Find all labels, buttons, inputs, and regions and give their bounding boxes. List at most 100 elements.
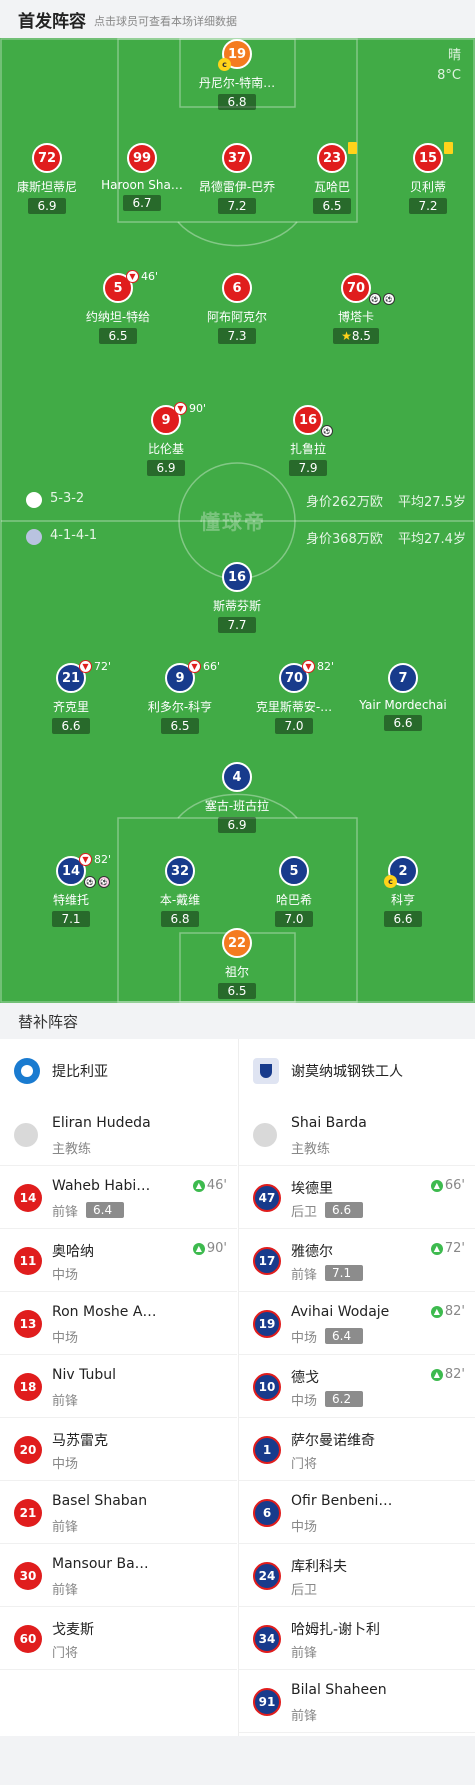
sub-name: Mansour Badjie: [52, 1556, 157, 1572]
player-away[interactable]: 70 克里斯蒂安-… 7.0: [234, 663, 354, 734]
player-away[interactable]: 21 齐克里 6.6: [11, 663, 131, 734]
away-value: 身价368万欧: [306, 532, 383, 547]
player-away[interactable]: 7 Yair Mordechai 6.6: [343, 663, 463, 731]
player-home[interactable]: 6 阿布阿克尔 7.3: [177, 273, 297, 344]
sub-row[interactable]: 91 Bilal Shaheen 前锋: [239, 1670, 475, 1733]
away-formation: 4-1-4-1: [50, 528, 98, 543]
sub-rating: 6.4: [325, 1328, 363, 1344]
sub-event: ▼ 72': [79, 660, 111, 673]
sub-number: 47: [253, 1184, 281, 1212]
subs-panel: 提比利亚 Eliran Hudeda 主教练 14 Waheb Habib… 前…: [0, 1039, 475, 1736]
sub-name: Basel Shaban: [52, 1493, 148, 1509]
coach-name: Shai Barda: [291, 1115, 367, 1131]
player-name: 博塔卡: [337, 310, 374, 324]
player-rating: 6.9: [218, 817, 256, 833]
player-name: 克里斯蒂安-…: [255, 700, 333, 714]
own-goal-icon: ⚽: [98, 876, 110, 888]
sub-row[interactable]: 10 德戈 中场 6.2 ▲ 82': [239, 1355, 475, 1418]
sub-row[interactable]: 1 萨尔曼诺维奇 门将: [239, 1418, 475, 1481]
home-subs-column: 提比利亚 Eliran Hudeda 主教练 14 Waheb Habib… 前…: [0, 1039, 237, 1736]
sub-row[interactable]: 6 Ofir Benbenishti 中场: [239, 1481, 475, 1544]
player-home[interactable]: 15 贝利蒂 7.2: [368, 142, 475, 214]
player-name: 贝利蒂: [409, 180, 446, 194]
away-team-header[interactable]: 谢莫纳城钢铁工人: [239, 1039, 475, 1103]
home-team-header[interactable]: 提比利亚: [0, 1039, 237, 1103]
player-home[interactable]: 70 ⚽ ⚽ 博塔卡 ★8.5: [296, 273, 416, 344]
sub-row[interactable]: 60 戈麦斯 门将: [0, 1607, 237, 1670]
sub-row[interactable]: 17 雅德尔 前锋 7.1 ▲ 72': [239, 1229, 475, 1292]
sub-number: 6: [253, 1499, 281, 1527]
sub-name: 哈姆扎-谢卜利: [291, 1622, 381, 1638]
sub-name: 戈麦斯: [52, 1622, 94, 1638]
sub-event: ▼ 90': [174, 402, 206, 415]
sub-minute: ▲ 46': [192, 1178, 227, 1193]
sub-name: Waheb Habib…: [52, 1178, 157, 1194]
player-away[interactable]: 16 斯蒂芬斯 7.7: [177, 562, 297, 633]
sub-position: 门将: [52, 1646, 79, 1661]
player-rating: 7.0: [275, 718, 313, 734]
player-rating: 6.8: [218, 94, 256, 110]
sub-row[interactable]: 19 Avihai Wodaje 中场 6.4 ▲ 82': [239, 1292, 475, 1355]
away-coach[interactable]: Shai Barda 主教练: [239, 1103, 475, 1166]
sub-out-icon: ▼: [174, 402, 187, 415]
player-away[interactable]: 14 ⚽ ⚽ 特维托 7.1: [11, 856, 131, 927]
sub-row[interactable]: 30 Mansour Badjie 前锋: [0, 1544, 237, 1607]
sub-row[interactable]: 47 埃德里 后卫 6.6 ▲ 66': [239, 1166, 475, 1229]
sub-number: 60: [14, 1625, 42, 1653]
player-name: 瓦哈巴: [313, 180, 350, 194]
player-home[interactable]: 5 约纳坦-特给 6.5: [58, 273, 178, 344]
away-team-logo-icon: [253, 1058, 279, 1084]
player-away-gk[interactable]: 22 祖尔 6.5: [177, 928, 297, 999]
sub-name: Bilal Shaheen: [291, 1682, 387, 1698]
player-home[interactable]: 9 比伦基 6.9: [106, 405, 226, 476]
sub-row[interactable]: 21 Basel Shaban 前锋: [0, 1481, 237, 1544]
subs-title: 替补阵容: [0, 1003, 475, 1039]
player-away[interactable]: 32 本-戴维 6.8: [120, 856, 240, 927]
player-number: 16 ⚽: [293, 405, 333, 437]
player-name: 本-戴维: [159, 893, 201, 907]
player-name: 斯蒂芬斯: [212, 599, 261, 613]
player-rating: 7.0: [275, 911, 313, 927]
player-number: 32: [165, 856, 195, 886]
sub-number: 17: [253, 1247, 281, 1275]
player-home-gk[interactable]: 19 c 丹尼尔-特南… 6.8: [177, 39, 297, 110]
lineup-header: 首发阵容 点击球员可查看本场详细数据: [0, 0, 475, 38]
home-coach[interactable]: Eliran Hudeda 主教练: [0, 1103, 237, 1166]
sub-name: Ofir Benbenishti: [291, 1493, 396, 1509]
player-rating: 6.7: [123, 195, 161, 211]
player-name: 利多尔-科亨: [147, 700, 213, 714]
player-name: 约纳坦-特给: [85, 310, 151, 324]
sub-row[interactable]: 34 哈姆扎-谢卜利 前锋: [239, 1607, 475, 1670]
player-away[interactable]: 2c 科亨 6.6: [343, 856, 463, 927]
player-number: 37: [222, 143, 252, 173]
sub-number: 24: [253, 1562, 281, 1590]
sub-in-icon: ▲: [192, 1179, 205, 1192]
sub-number: 91: [253, 1688, 281, 1716]
sub-name: 马苏雷克: [52, 1433, 108, 1449]
sub-row[interactable]: 24 库利科夫 后卫: [239, 1544, 475, 1607]
sub-event: ▼ 82': [302, 660, 334, 673]
sub-position: 中场: [291, 1331, 318, 1346]
sub-row[interactable]: 14 Waheb Habib… 前锋 6.4 ▲ 46': [0, 1166, 237, 1229]
sub-in-icon: ▲: [430, 1305, 443, 1318]
goal-icon: ⚽: [321, 425, 333, 437]
player-away[interactable]: 4 塞古-班古拉 6.9: [177, 762, 297, 833]
sub-row[interactable]: 13 Ron Moshe A… 中场: [0, 1292, 237, 1355]
player-home[interactable]: 16 ⚽ 扎鲁拉 7.9: [248, 405, 368, 476]
sub-row[interactable]: 18 Niv Tubul 前锋: [0, 1355, 237, 1418]
player-rating: 7.9: [289, 460, 327, 476]
sub-rating: 6.2: [325, 1391, 363, 1407]
home-team-name: 提比利亚: [52, 1064, 108, 1080]
player-name: 祖尔: [224, 965, 249, 979]
sub-number: 21: [14, 1499, 42, 1527]
player-away[interactable]: 5 哈巴希 7.0: [234, 856, 354, 927]
sub-row[interactable]: 11 奥哈纳 中场 ▲ 90': [0, 1229, 237, 1292]
player-away[interactable]: 9 利多尔-科亨 6.5: [120, 663, 240, 734]
sub-position: 前锋: [291, 1709, 318, 1724]
away-team-badge-icon: [26, 529, 42, 545]
player-name: 康斯坦蒂尼: [16, 180, 77, 194]
sub-position: 前锋: [291, 1646, 318, 1661]
away-team-info: 4-1-4-1 身价368万欧 平均27.4岁: [0, 526, 475, 548]
player-rating: 6.8: [161, 911, 199, 927]
sub-row[interactable]: 20 马苏雷克 中场: [0, 1418, 237, 1481]
